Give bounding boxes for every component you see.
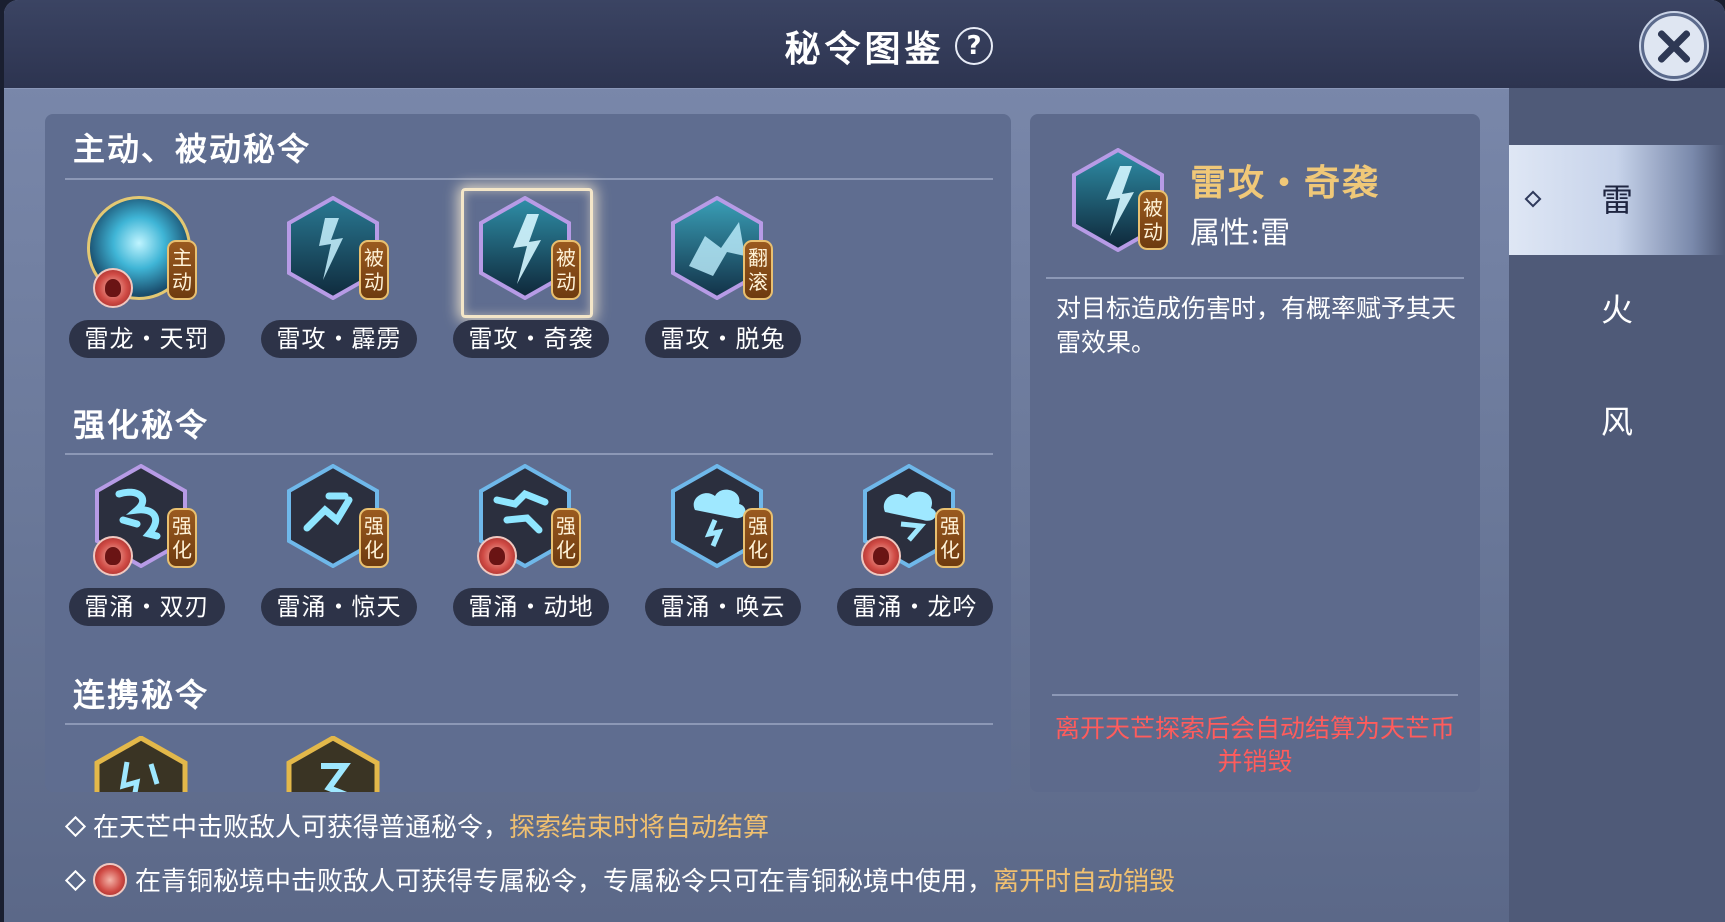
bullet-diamond-icon (64, 815, 87, 837)
section-title-combo: 连携秘令 (73, 676, 210, 714)
item-name: 雷涌・惊天 (261, 588, 417, 626)
close-button[interactable] (1641, 13, 1707, 79)
secret-order-item[interactable] (61, 728, 221, 792)
item-name: 雷攻・脱兔 (645, 320, 801, 358)
type-badge: 翻滚 (743, 240, 773, 300)
type-badge: 强化 (935, 508, 965, 568)
section-divider (65, 178, 993, 180)
type-badge: 强化 (167, 508, 197, 568)
bullet-diamond-icon (64, 869, 87, 891)
secret-order-item[interactable]: 强化 雷涌・双刃 (61, 456, 225, 636)
tab-wind[interactable]: 风 (1509, 367, 1725, 477)
type-badge: 强化 (551, 508, 581, 568)
section-title-active-passive: 主动、被动秘令 (73, 130, 312, 168)
tab-fire[interactable]: 火 (1509, 255, 1725, 365)
codex-window: 秘令图鉴 ? 主动、被动秘令 主动 雷龙・天罚 被动 雷攻・霹雳 被 动 雷攻・… (4, 0, 1725, 922)
section-title-enhance: 强化秘令 (73, 406, 210, 444)
detail-warning: 离开天芒探索后会自动结算为天芒币并销毁 (1054, 714, 1455, 776)
combo-secret-icon (285, 736, 381, 792)
footer-note-exclusive: 在青铜秘境中击败敌人可获得专属秘令，专属秘令只可在青铜秘境中使用，离开时自动销毁 (64, 861, 1175, 900)
secret-order-item[interactable]: 被动 雷攻・霹雳 (253, 188, 417, 368)
window-title: 秘令图鉴 (784, 28, 945, 70)
combo-secret-icon (93, 736, 189, 792)
type-badge: 被动 (551, 240, 581, 300)
secret-order-item[interactable]: 强化 雷涌・唤云 (637, 456, 801, 636)
item-name: 雷涌・龙吟 (837, 588, 993, 626)
item-name: 雷龙・天罚 (69, 320, 225, 358)
demon-mask-icon (93, 863, 127, 897)
detail-attribute: 属性:雷 (1190, 216, 1291, 251)
item-name: 雷涌・动地 (453, 588, 609, 626)
secret-order-item[interactable]: 强化 雷涌・惊天 (253, 456, 417, 636)
demon-mask-icon (93, 536, 133, 576)
section-divider (65, 723, 993, 725)
type-badge: 主动 (167, 240, 197, 300)
secret-order-item[interactable] (253, 728, 413, 792)
secret-order-item[interactable]: 强化 雷涌・动地 (445, 456, 609, 636)
detail-item-icon: 被动 (1070, 147, 1170, 256)
section-divider (65, 453, 993, 455)
item-name: 雷攻・霹雳 (261, 320, 417, 358)
secret-order-list[interactable]: 主动、被动秘令 主动 雷龙・天罚 被动 雷攻・霹雳 被 动 雷攻・奇袭 翻 滚 … (45, 114, 1011, 792)
type-badge: 被动 (359, 240, 389, 300)
demon-mask-icon (93, 268, 133, 308)
detail-divider (1046, 277, 1464, 279)
demon-mask-icon (861, 536, 901, 576)
tab-thunder[interactable]: 雷 (1509, 145, 1725, 255)
detail-divider (1052, 694, 1458, 696)
type-badge: 强化 (359, 508, 389, 568)
secret-order-item[interactable]: 强化 雷涌・龙吟 (829, 456, 993, 636)
item-name: 雷涌・唤云 (645, 588, 801, 626)
detail-description: 对目标造成伤害时，有概率赋予其天雷效果。 (1056, 294, 1457, 357)
item-name: 雷攻・奇袭 (453, 320, 609, 358)
detail-title: 雷攻・奇袭 (1190, 162, 1381, 204)
title-bar: 秘令图鉴 ? (4, 0, 1725, 89)
secret-order-item[interactable]: 翻滚 雷攻・脱兔 (637, 188, 801, 368)
selected-marker-icon (1524, 190, 1542, 208)
type-badge: 强化 (743, 508, 773, 568)
item-name: 雷涌・双刃 (69, 588, 225, 626)
detail-panel: 被动 雷攻・奇袭 属性:雷 对目标造成伤害时，有概率赋予其天雷效果。 离开天芒探… (1030, 114, 1480, 792)
secret-order-item[interactable]: 主动 雷龙・天罚 (61, 188, 225, 368)
secret-order-item-selected[interactable]: 被动 雷攻・奇袭 (445, 188, 609, 368)
help-button[interactable]: ? (955, 27, 993, 65)
type-badge: 被动 (1138, 190, 1168, 250)
element-tabs: 雷 火 风 (1509, 88, 1725, 922)
footer-note-normal: 在天芒中击败敌人可获得普通秘令，探索结束时将自动结算 (64, 807, 769, 844)
demon-mask-icon (477, 536, 517, 576)
